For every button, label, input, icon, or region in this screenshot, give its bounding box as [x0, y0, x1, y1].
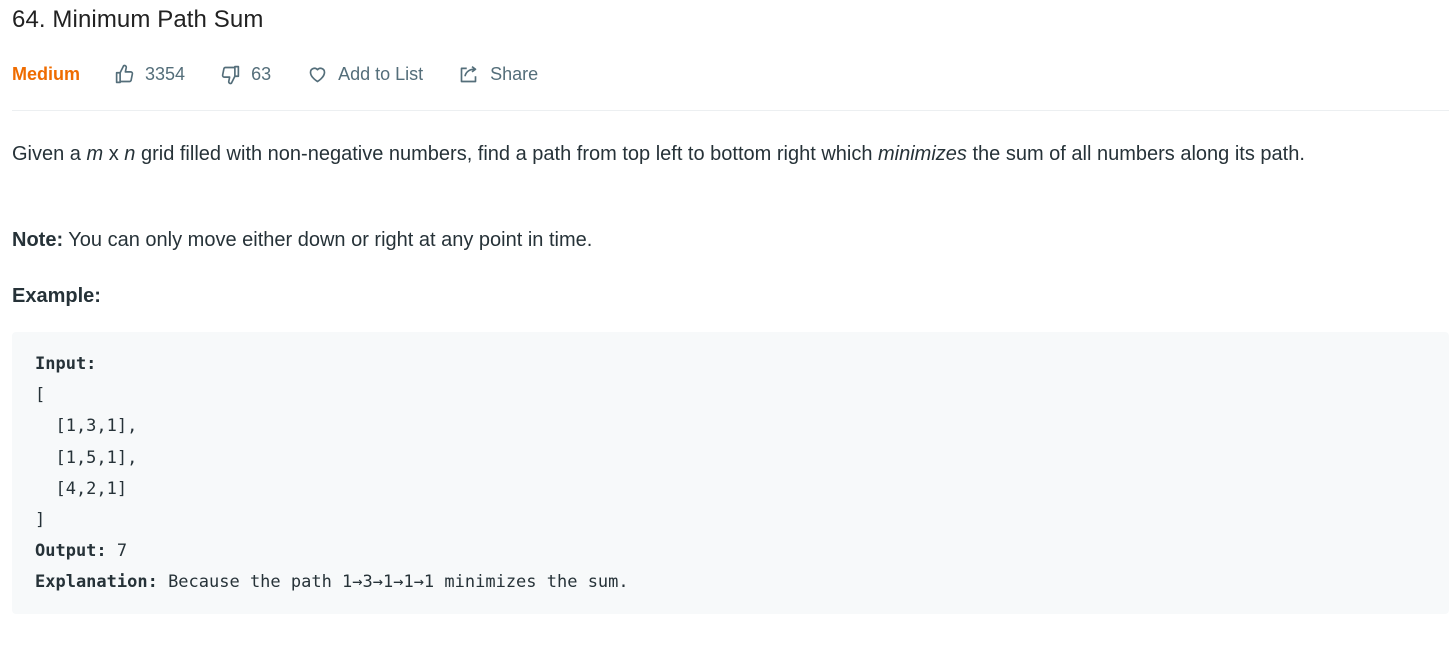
output-value: 7	[106, 541, 128, 562]
code-line: Input:	[35, 349, 1426, 380]
code-line: [4,2,1]	[35, 478, 128, 499]
problem-title: 64. Minimum Path Sum	[12, 6, 264, 33]
description-text: grid filled with non-negative numbers, f…	[135, 143, 879, 165]
explanation-label: Explanation:	[35, 572, 158, 593]
input-label: Input:	[35, 354, 97, 374]
variable-n: n	[124, 143, 136, 165]
code-line: Explanation: Because the path 1→3→1→1→1 …	[35, 567, 1426, 598]
dislike-button[interactable]: 63	[220, 64, 271, 85]
problem-description: Given a m x n grid filled with non-negat…	[12, 138, 1432, 170]
problem-page: 64. Minimum Path Sum Medium 3354 63 Add …	[0, 0, 1449, 650]
thumbs-down-icon	[220, 64, 251, 85]
share-button[interactable]: Share	[458, 64, 538, 85]
description-text: the sum of all numbers along its path.	[966, 143, 1305, 165]
code-line: Output: 7	[35, 536, 1426, 567]
like-button[interactable]: 3354	[114, 64, 185, 85]
problem-meta-bar: Medium 3354 63 Add to List Share	[12, 60, 538, 88]
dislike-count: 63	[251, 63, 272, 84]
code-line: [	[35, 385, 46, 406]
difficulty-badge: Medium	[12, 63, 81, 84]
code-line: ]	[35, 509, 46, 530]
description-text: Given a	[12, 143, 87, 165]
thumbs-up-icon	[114, 64, 145, 85]
description-text: x	[103, 143, 125, 165]
share-icon	[458, 64, 490, 85]
note-text: You can only move either down or right a…	[63, 229, 593, 251]
output-label: Output:	[35, 541, 107, 562]
code-line: [1,5,1],	[35, 447, 138, 468]
code-line: [1,3,1],	[35, 416, 138, 437]
variable-m: m	[86, 143, 104, 165]
explanation-text: Because the path 1→3→1→1→1 minimizes the…	[157, 572, 629, 593]
add-to-list-label: Add to List	[338, 63, 424, 84]
add-to-list-button[interactable]: Add to List	[307, 64, 423, 85]
section-divider	[12, 110, 1449, 111]
share-label: Share	[490, 63, 539, 84]
note-label: Note:	[12, 229, 64, 251]
problem-note: Note: You can only move either down or r…	[12, 224, 592, 256]
emphasis-minimizes: minimizes	[878, 143, 967, 165]
example-code-block: Input: [ [1,3,1], [1,5,1], [4,2,1] ] Out…	[12, 332, 1449, 614]
like-count: 3354	[145, 63, 186, 84]
heart-icon	[307, 64, 338, 85]
example-heading: Example:	[12, 285, 101, 307]
